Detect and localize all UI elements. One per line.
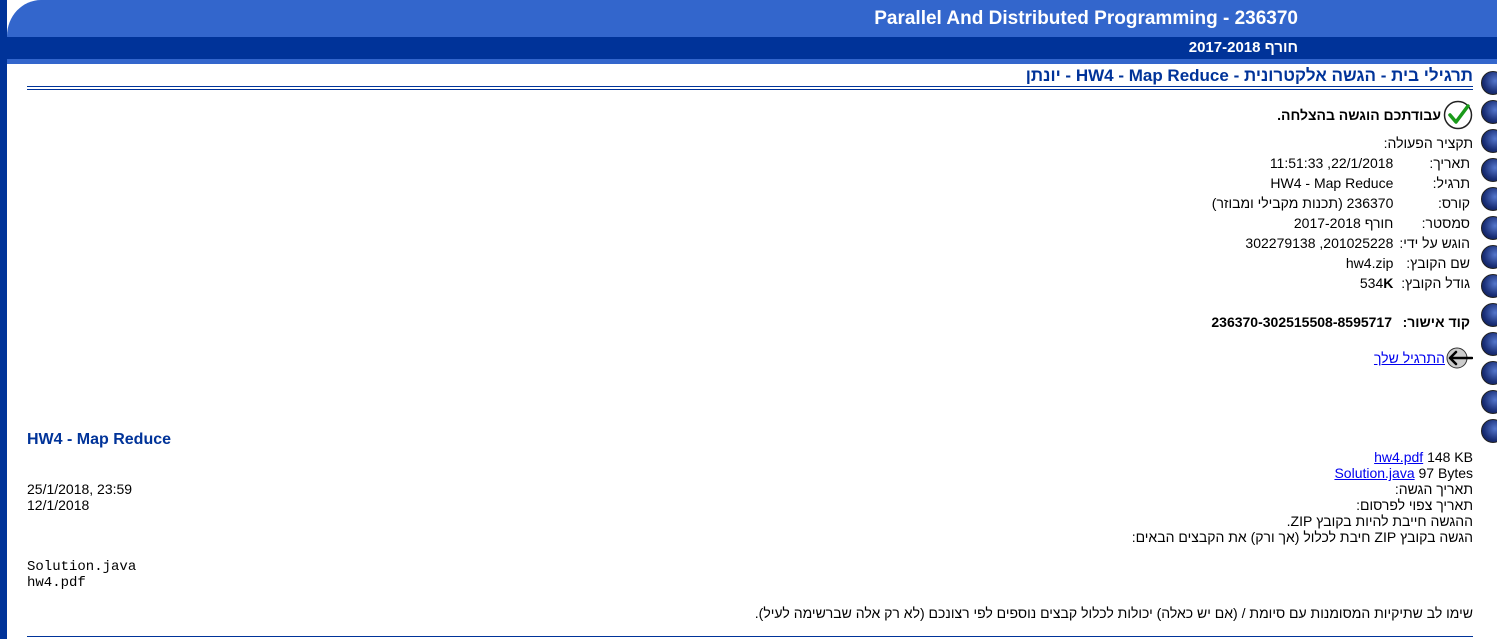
detail-row: הוגש על ידי: 201025228, 302279138 [1212,233,1470,253]
publish-date-value: 12/1/2018 [27,497,90,513]
required-file: Solution.java [27,559,137,575]
detail-row: תרגיל: HW4 - Map Reduce [1212,173,1470,193]
confirmation-code: קוד אישור: 236370-302515508-8595717 [1211,314,1470,330]
file-entry: Solution.java 97 Bytes [1334,465,1473,481]
course-title: Parallel And Distributed Programming - 2… [874,8,1298,29]
next-exercise-anchor[interactable]: התרגיל שלך [1374,350,1445,366]
detail-key: קורס: [1437,195,1470,211]
detail-value: hw4.zip [1345,255,1394,271]
detail-row: שם הקובץ: hw4.zip [1212,253,1470,273]
nav-bullet-icon[interactable] [1481,390,1497,414]
detail-value: חורף 2017-2018 [1293,215,1394,231]
nav-bullet-icon[interactable] [1481,303,1497,327]
semester-bar: חורף 2017-2018 [7,37,1497,59]
publish-date-label: תאריך צפוי לפרסום: [1356,497,1473,513]
confirmation-value: 236370-302515508-8595717 [1211,314,1392,330]
detail-row: תאריך: 22/1/2018, 11:51:33 [1212,153,1470,173]
nav-bullet-icon[interactable] [1481,332,1497,356]
nav-bullet-icon[interactable] [1481,245,1497,269]
detail-value: 201025228, 302279138 [1245,235,1394,251]
nav-bullet-icon[interactable] [1481,361,1497,385]
nav-bullet-icon[interactable] [1481,187,1497,211]
submission-details: תאריך: 22/1/2018, 11:51:33 תרגיל: HW4 - … [1212,153,1470,293]
file-size-unit: K [1383,275,1394,291]
file-size-value: 534K [1212,273,1394,293]
nav-bullet-icon[interactable] [1481,419,1497,443]
back-arrow-icon [1446,347,1473,369]
nav-bullet-icon[interactable] [1481,216,1497,240]
success-message: עבודתכם הוגשה בהצלחה. [1277,100,1473,130]
nav-bullet-icon[interactable] [1481,129,1497,153]
title-rule [27,86,1473,90]
detail-key: הוגש על ידי: [1399,235,1470,251]
zip-requirement: ההגשה חייבת להיות בקובץ ZIP. [1286,513,1473,529]
file-size: 148 KB [1427,449,1473,465]
due-date-value: 25/1/2018, 23:59 [27,481,133,497]
detail-key: סמסטר: [1421,215,1470,231]
folder-note: שימו לב שתיקיות המסומנות עם סיומת / (אם … [754,605,1473,621]
file-link[interactable]: hw4.pdf [1374,449,1423,465]
side-nav [1481,64,1497,639]
semester-label: חורף 2017-2018 [1188,39,1298,56]
bottom-rule [27,636,1473,637]
exercise-title: HW4 - Map Reduce [27,431,172,448]
detail-key: שם הקובץ: [1406,255,1470,271]
confirmation-label: קוד אישור: [1402,314,1470,330]
detail-row: סמסטר: חורף 2017-2018 [1212,213,1470,233]
nav-bullet-icon[interactable] [1481,100,1497,124]
detail-row: גודל הקובץ: 534K [1212,273,1470,293]
detail-row: קורס: 236370 (תכנות מקבילי ומבוזר) [1212,193,1470,213]
header-divider [7,59,1497,64]
file-entry: hw4.pdf 148 KB [1374,449,1473,465]
left-border [0,0,7,639]
next-exercise-link[interactable]: התרגיל שלך [1374,347,1473,369]
detail-value: 22/1/2018, 11:51:33 [1269,155,1394,171]
file-size-number: 534 [1359,275,1384,291]
page-title: תרגילי בית - הגשה אלקטרונית - HW4 - Map … [1025,66,1473,85]
nav-bullet-icon[interactable] [1481,274,1497,298]
nav-bullet-icon[interactable] [1481,158,1497,182]
header-bar: Parallel And Distributed Programming - 2… [7,0,1497,37]
success-text: עבודתכם הוגשה בהצלחה. [1277,107,1441,123]
detail-key: תרגיל: [1432,175,1470,191]
detail-key: תאריך: [1429,155,1470,171]
file-size: 97 Bytes [1418,465,1473,481]
detail-key: גודל הקובץ: [1401,275,1470,291]
nav-bullet-icon[interactable] [1481,71,1497,95]
summary-label: תקציר הפעולה: [1383,135,1473,151]
due-date-label: תאריך הגשה: [1394,481,1473,497]
detail-value: 236370 (תכנות מקבילי ומבוזר) [1211,195,1394,211]
detail-value: HW4 - Map Reduce [1270,175,1394,191]
zip-contents-note: הגשה בקובץ ZIP חיבת לכלול (אך ורק) את הק… [1131,529,1473,545]
checkmark-icon [1443,100,1473,130]
file-link[interactable]: Solution.java [1334,465,1414,481]
required-file: hw4.pdf [27,575,86,591]
